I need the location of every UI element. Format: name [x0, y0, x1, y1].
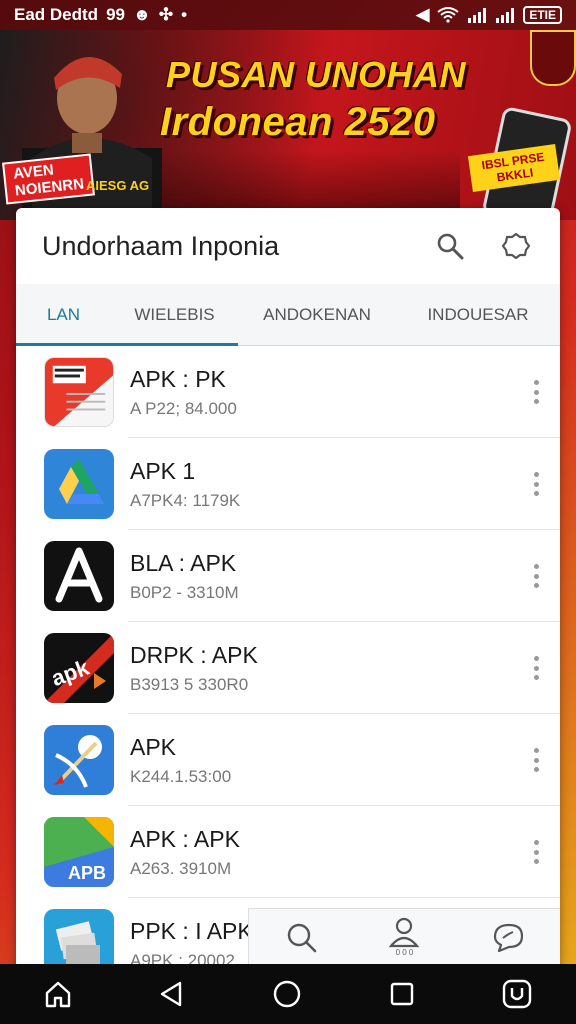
signal-2-icon: [496, 8, 515, 23]
status-bar: Ead Dedtd 99 ☻ ✣ • ◀ ETIE: [0, 0, 576, 30]
page-title: Undorhaam Inponia: [42, 230, 280, 261]
list-item[interactable]: apk DRPK : APK B3913 5 330R0: [16, 622, 560, 714]
tab-bar: LAN WIELEBIS ANDOKENAN INDOUESAR: [16, 284, 560, 346]
home-icon[interactable]: [43, 979, 73, 1009]
assistant-icon[interactable]: [501, 978, 533, 1010]
app-name: DRPK : APK: [130, 641, 258, 668]
chat-tab-button[interactable]: [491, 921, 525, 953]
list-item[interactable]: APB APK : APK A263. 3910M: [16, 806, 560, 898]
search-tab-button[interactable]: [284, 920, 318, 954]
banner-headline-1: PUSAN UNOHAN: [166, 54, 467, 95]
signal-icon: [468, 8, 487, 23]
search-icon: [287, 923, 317, 952]
back-icon[interactable]: [158, 979, 186, 1009]
bow-arrow-icon: [44, 725, 114, 795]
app-name: APK : APK: [130, 825, 240, 852]
recents-icon[interactable]: [388, 980, 416, 1008]
search-icon: [437, 233, 464, 260]
drive-icon: [44, 449, 114, 519]
app-meta: A P22; 84.000: [130, 398, 237, 418]
battery-icon: ETIE: [523, 6, 562, 24]
list-item[interactable]: APK : PK A P22; 84.000: [16, 346, 560, 438]
gear-icon: [501, 232, 531, 260]
document-icon: [44, 357, 114, 427]
files-stack-icon: [44, 909, 114, 968]
app-name: APK : PK: [130, 365, 226, 392]
svg-text:APB: APB: [68, 863, 106, 883]
more-options-icon[interactable]: [534, 380, 540, 404]
app-meta: A7PK4: 1179K: [130, 490, 241, 510]
app-meta: B0P2 - 3310M: [130, 582, 239, 602]
list-item[interactable]: BLA : APK B0P2 - 3310M: [16, 530, 560, 622]
more-options-icon[interactable]: [534, 564, 540, 588]
more-options-icon[interactable]: [534, 840, 540, 864]
chat-icon: [493, 923, 523, 952]
home-circle-icon[interactable]: [272, 979, 302, 1009]
settings-button[interactable]: [498, 228, 534, 264]
wifi-icon: [437, 7, 459, 23]
app-meta: K244.1.53:00: [130, 766, 232, 786]
app-meta: B3913 5 330R0: [130, 674, 249, 694]
dot-icon: •: [181, 5, 188, 24]
tab-indouesar[interactable]: INDOUESAR: [396, 284, 560, 345]
banner-headline-2: Irdonean 2520: [160, 100, 436, 144]
search-button[interactable]: [432, 228, 468, 264]
location-icon: ◀: [416, 5, 430, 24]
shield-badge-icon: [530, 30, 576, 86]
bottom-toolbar: 0 0 0: [248, 908, 560, 964]
card-header: Undorhaam Inponia: [16, 208, 560, 284]
tab-lan[interactable]: LAN: [16, 284, 111, 345]
app-name: BLA : APK: [130, 549, 237, 576]
app-name: APK 1: [130, 457, 196, 484]
system-nav-bar: [0, 964, 576, 1024]
promo-banner[interactable]: PUSAN UNOHAN Irdonean 2520 AVEN NOIENRN …: [0, 30, 576, 220]
tab-andokenan[interactable]: ANDOKENAN: [238, 284, 396, 345]
app-meta: A263. 3910M: [130, 858, 232, 878]
profile-tab-button[interactable]: 0 0 0: [388, 916, 420, 957]
more-options-icon[interactable]: [534, 656, 540, 680]
app-store-icon: [44, 541, 114, 611]
app-list-card: Undorhaam Inponia LAN WIELEBIS ANDOKENAN…: [16, 208, 560, 968]
more-options-icon[interactable]: [534, 748, 540, 772]
fan-icon: ✣: [158, 5, 174, 24]
more-options-icon[interactable]: [534, 472, 540, 496]
user-icon: [389, 917, 420, 948]
carrier-text: Ead Dedtd: [14, 5, 99, 24]
banner-tag-small: AIESG AG: [86, 178, 150, 193]
apk-logo-icon: apk: [44, 633, 114, 703]
tab-wielebis[interactable]: WIELEBIS: [111, 284, 238, 345]
app-list: APK : PK A P22; 84.000 APK 1 A7PK4: 1179…: [16, 346, 560, 968]
face-icon: ☻: [132, 5, 151, 24]
profile-label: 0 0 0: [395, 948, 414, 957]
list-item[interactable]: APK 1 A7PK4: 1179K: [16, 438, 560, 530]
list-item[interactable]: APK K244.1.53:00: [16, 714, 560, 806]
app-name: APK: [130, 733, 177, 760]
status-extra: 99: [106, 5, 125, 24]
app-name: PPK : I APK: [130, 917, 253, 944]
apb-icon: APB: [44, 817, 114, 887]
svg-text:apk: apk: [48, 654, 93, 691]
